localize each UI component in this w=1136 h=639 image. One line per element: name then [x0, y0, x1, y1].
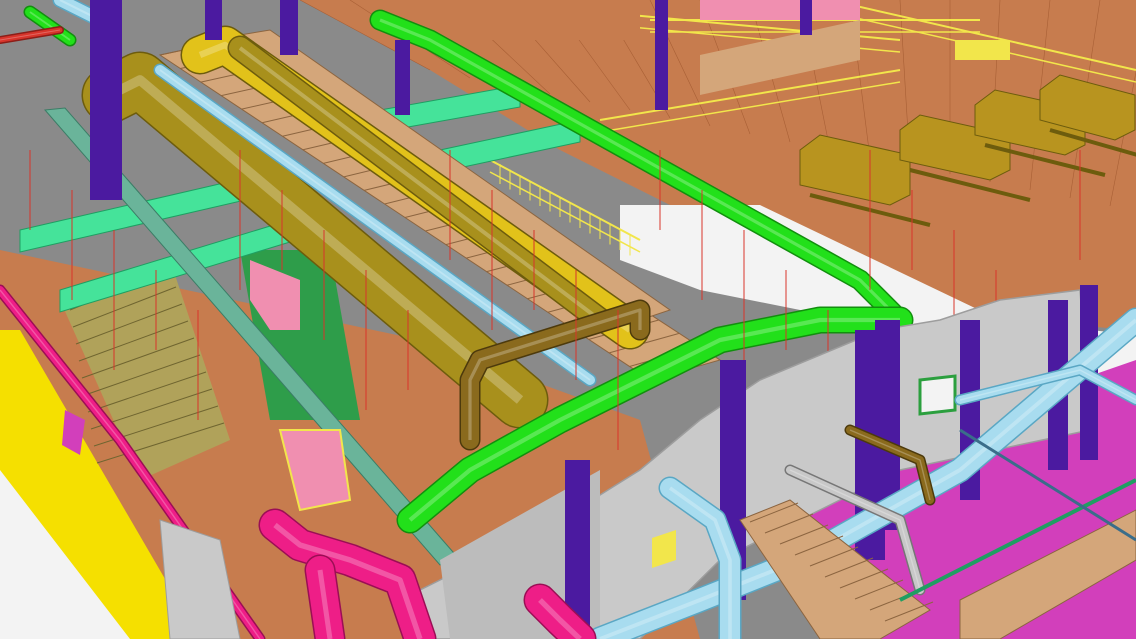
structural-column [800, 0, 812, 35]
upper-pink-box [700, 0, 860, 20]
structural-column [280, 0, 298, 55]
structural-column [395, 40, 410, 115]
structural-column [205, 0, 222, 40]
structural-column [90, 0, 122, 200]
upper-yellow-block [955, 40, 1010, 60]
wall-opening [918, 374, 957, 416]
bim-3d-scene[interactable] [0, 0, 1136, 639]
model-viewport[interactable] [0, 0, 1136, 639]
structural-column [655, 0, 668, 110]
